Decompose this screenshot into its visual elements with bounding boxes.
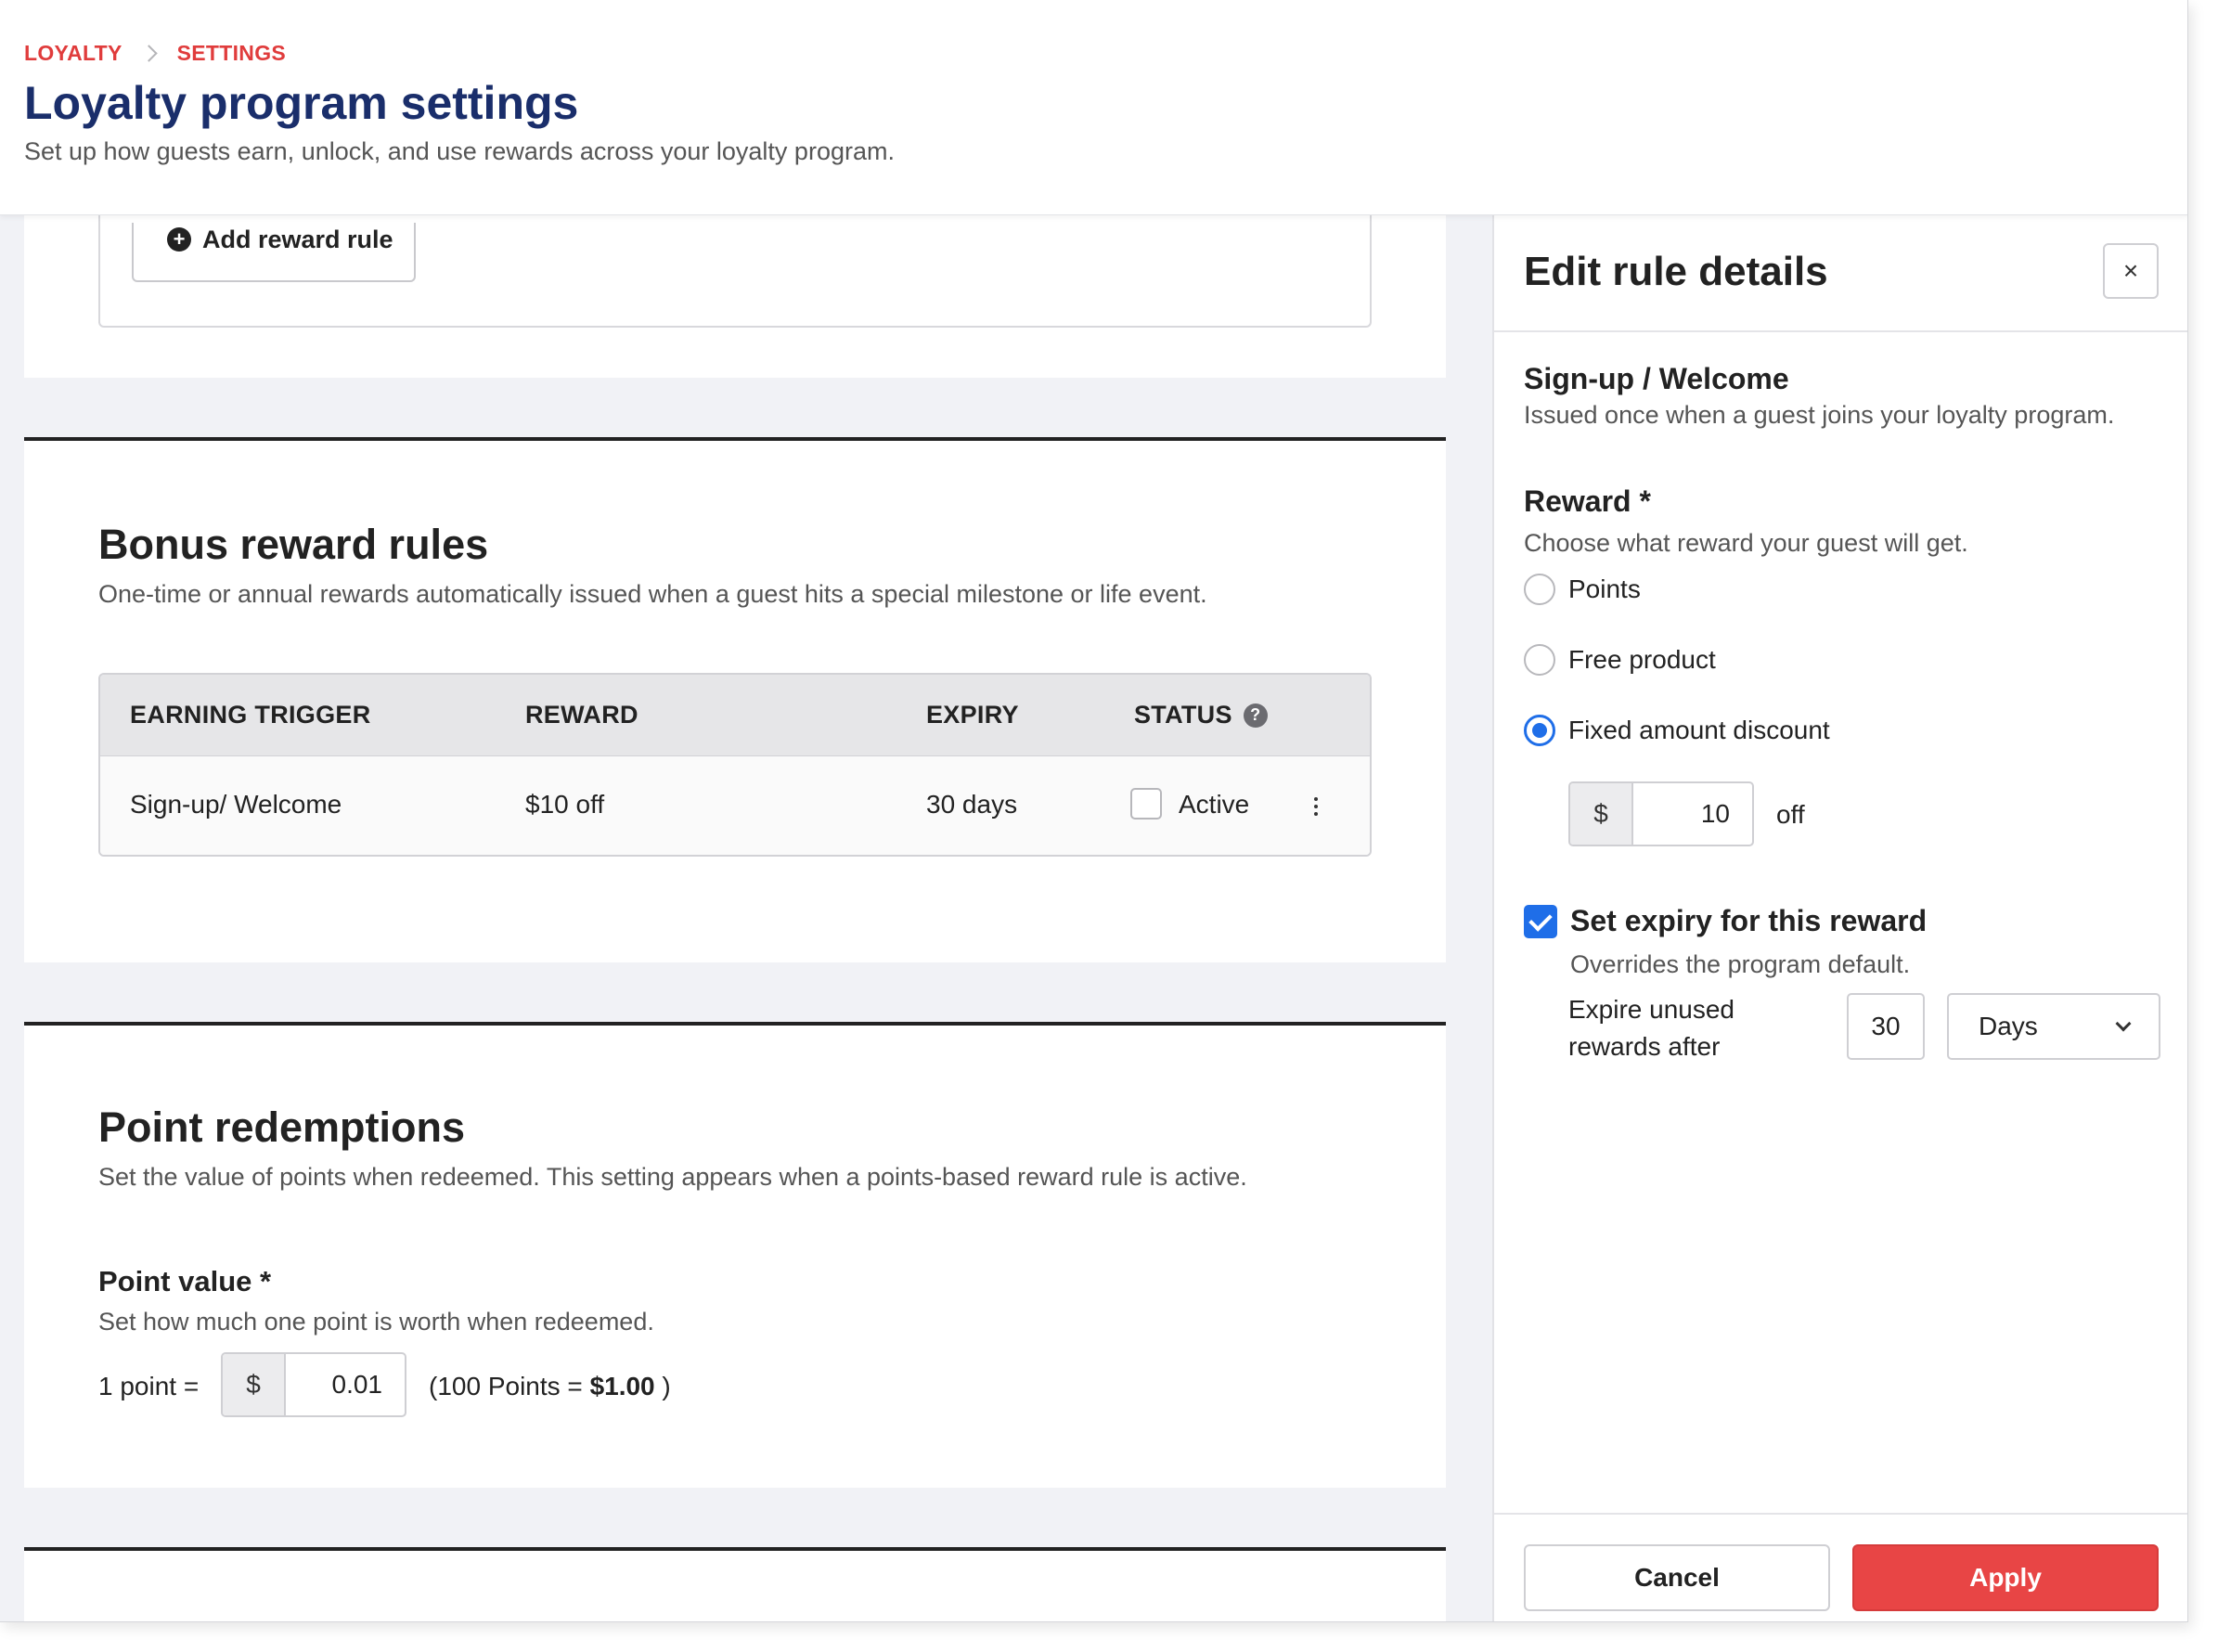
radio-fixed-discount-input[interactable] [1524,715,1555,746]
page-title: Loyalty program settings [24,77,579,129]
point-value-input[interactable]: $ 0.01 [221,1352,406,1417]
breadcrumb-loyalty[interactable]: LOYALTY [24,41,123,66]
col-status: STATUS ? [1134,701,1268,729]
page-header: LOYALTY SETTINGS Loyalty program setting… [0,0,2187,215]
more-options-icon[interactable] [1307,790,1325,823]
point-value-field[interactable]: 0.01 [286,1354,405,1415]
rule-name: Sign-up / Welcome [1524,362,1789,395]
point-value-label: Point value * [98,1265,272,1297]
col-reward: REWARD [525,701,638,729]
redemptions-section-desc: Set the value of points when redeemed. T… [98,1163,1247,1191]
cell-expiry: 30 days [926,790,1018,819]
status-active-checkbox[interactable] [1130,788,1162,820]
apply-button[interactable]: Apply [1852,1544,2159,1611]
expire-value-input[interactable]: 30 [1847,993,1925,1060]
divider [1494,330,2187,332]
help-icon[interactable]: ? [1243,703,1268,728]
redemptions-section-title: Point redemptions [98,1103,466,1151]
discount-currency-prefix: $ [1570,783,1633,845]
drawer-title: Edit rule details [1524,249,1828,294]
point-prefix: 1 point = [98,1372,200,1400]
radio-free-product[interactable]: Free product [1524,644,1716,676]
bonus-rules-table: EARNING TRIGGER REWARD EXPIRY STATUS ? S… [98,673,1372,857]
equivalence-amount: $1.00 [589,1372,655,1400]
rule-description: Issued once when a guest joins your loya… [1524,401,2115,429]
radio-points-input[interactable] [1524,574,1555,605]
app-window: LOYALTY SETTINGS Loyalty program setting… [0,0,2188,1622]
currency-prefix: $ [223,1354,286,1415]
next-section-card [24,1547,1446,1621]
reward-help: Choose what reward your guest will get. [1524,529,1968,557]
reward-rules-box: + Add reward rule [98,204,1372,328]
discount-amount-input[interactable]: $ 10 [1568,781,1754,846]
point-value-help: Set how much one point is worth when red… [98,1308,654,1336]
col-status-label: STATUS [1134,701,1232,729]
breadcrumb: LOYALTY SETTINGS [24,41,286,66]
equivalence-prefix: (100 Points = [429,1372,590,1400]
chevron-down-icon [2115,1015,2132,1032]
expire-unit-select[interactable]: Days [1947,993,2160,1060]
expire-unit-value: Days [1979,1012,2038,1040]
page-subtitle: Set up how guests earn, unlock, and use … [24,137,895,165]
table-row[interactable]: Sign-up/ Welcome $10 off 30 days Active [100,756,1370,855]
cell-status: Active [1179,790,1250,819]
bonus-section-title: Bonus reward rules [98,521,489,568]
radio-fixed-discount[interactable]: Fixed amount discount [1524,715,1830,746]
point-equivalence: (100 Points = $1.00 ) [429,1372,671,1401]
bonus-section-desc: One-time or annual rewards automatically… [98,580,1207,608]
table-header: EARNING TRIGGER REWARD EXPIRY STATUS ? [100,675,1370,756]
reward-label: Reward * [1524,484,1651,518]
expiry-checkbox-label: Set expiry for this reward [1570,904,1928,937]
discount-off-label: off [1776,800,1805,829]
radio-points-label: Points [1568,574,1641,603]
bonus-reward-rules-card: Bonus reward rules One-time or annual re… [24,437,1446,962]
discount-amount-field[interactable]: 10 [1633,783,1752,845]
col-expiry: EXPIRY [926,701,1019,729]
point-redemptions-card: Point redemptions Set the value of point… [24,1022,1446,1488]
expiry-checkbox-row[interactable]: Set expiry for this reward [1524,904,1927,938]
edit-rule-drawer: Edit rule details × Sign-up / Welcome Is… [1492,215,2187,1621]
plus-circle-icon: + [167,227,191,252]
cell-reward: $10 off [525,790,605,819]
chevron-right-icon [139,45,158,62]
cancel-button[interactable]: Cancel [1524,1544,1830,1611]
cell-trigger: Sign-up/ Welcome [130,790,342,819]
expire-after-label: Expire unused rewards after [1568,995,1735,1061]
add-reward-rule-label: Add reward rule [202,225,393,253]
breadcrumb-settings[interactable]: SETTINGS [177,41,286,66]
add-reward-rule-button[interactable]: + Add reward rule [132,223,416,282]
close-icon: × [2122,256,2139,285]
radio-fixed-discount-label: Fixed amount discount [1568,716,1830,744]
radio-points[interactable]: Points [1524,574,1641,605]
expiry-help: Overrides the program default. [1570,950,1911,978]
footer-divider [1494,1513,2187,1515]
radio-free-product-label: Free product [1568,645,1716,674]
close-button[interactable]: × [2103,243,2159,299]
equivalence-suffix: ) [654,1372,671,1400]
col-earning-trigger: EARNING TRIGGER [130,701,371,729]
radio-free-product-input[interactable] [1524,644,1555,676]
expiry-checkbox[interactable] [1524,904,1557,938]
